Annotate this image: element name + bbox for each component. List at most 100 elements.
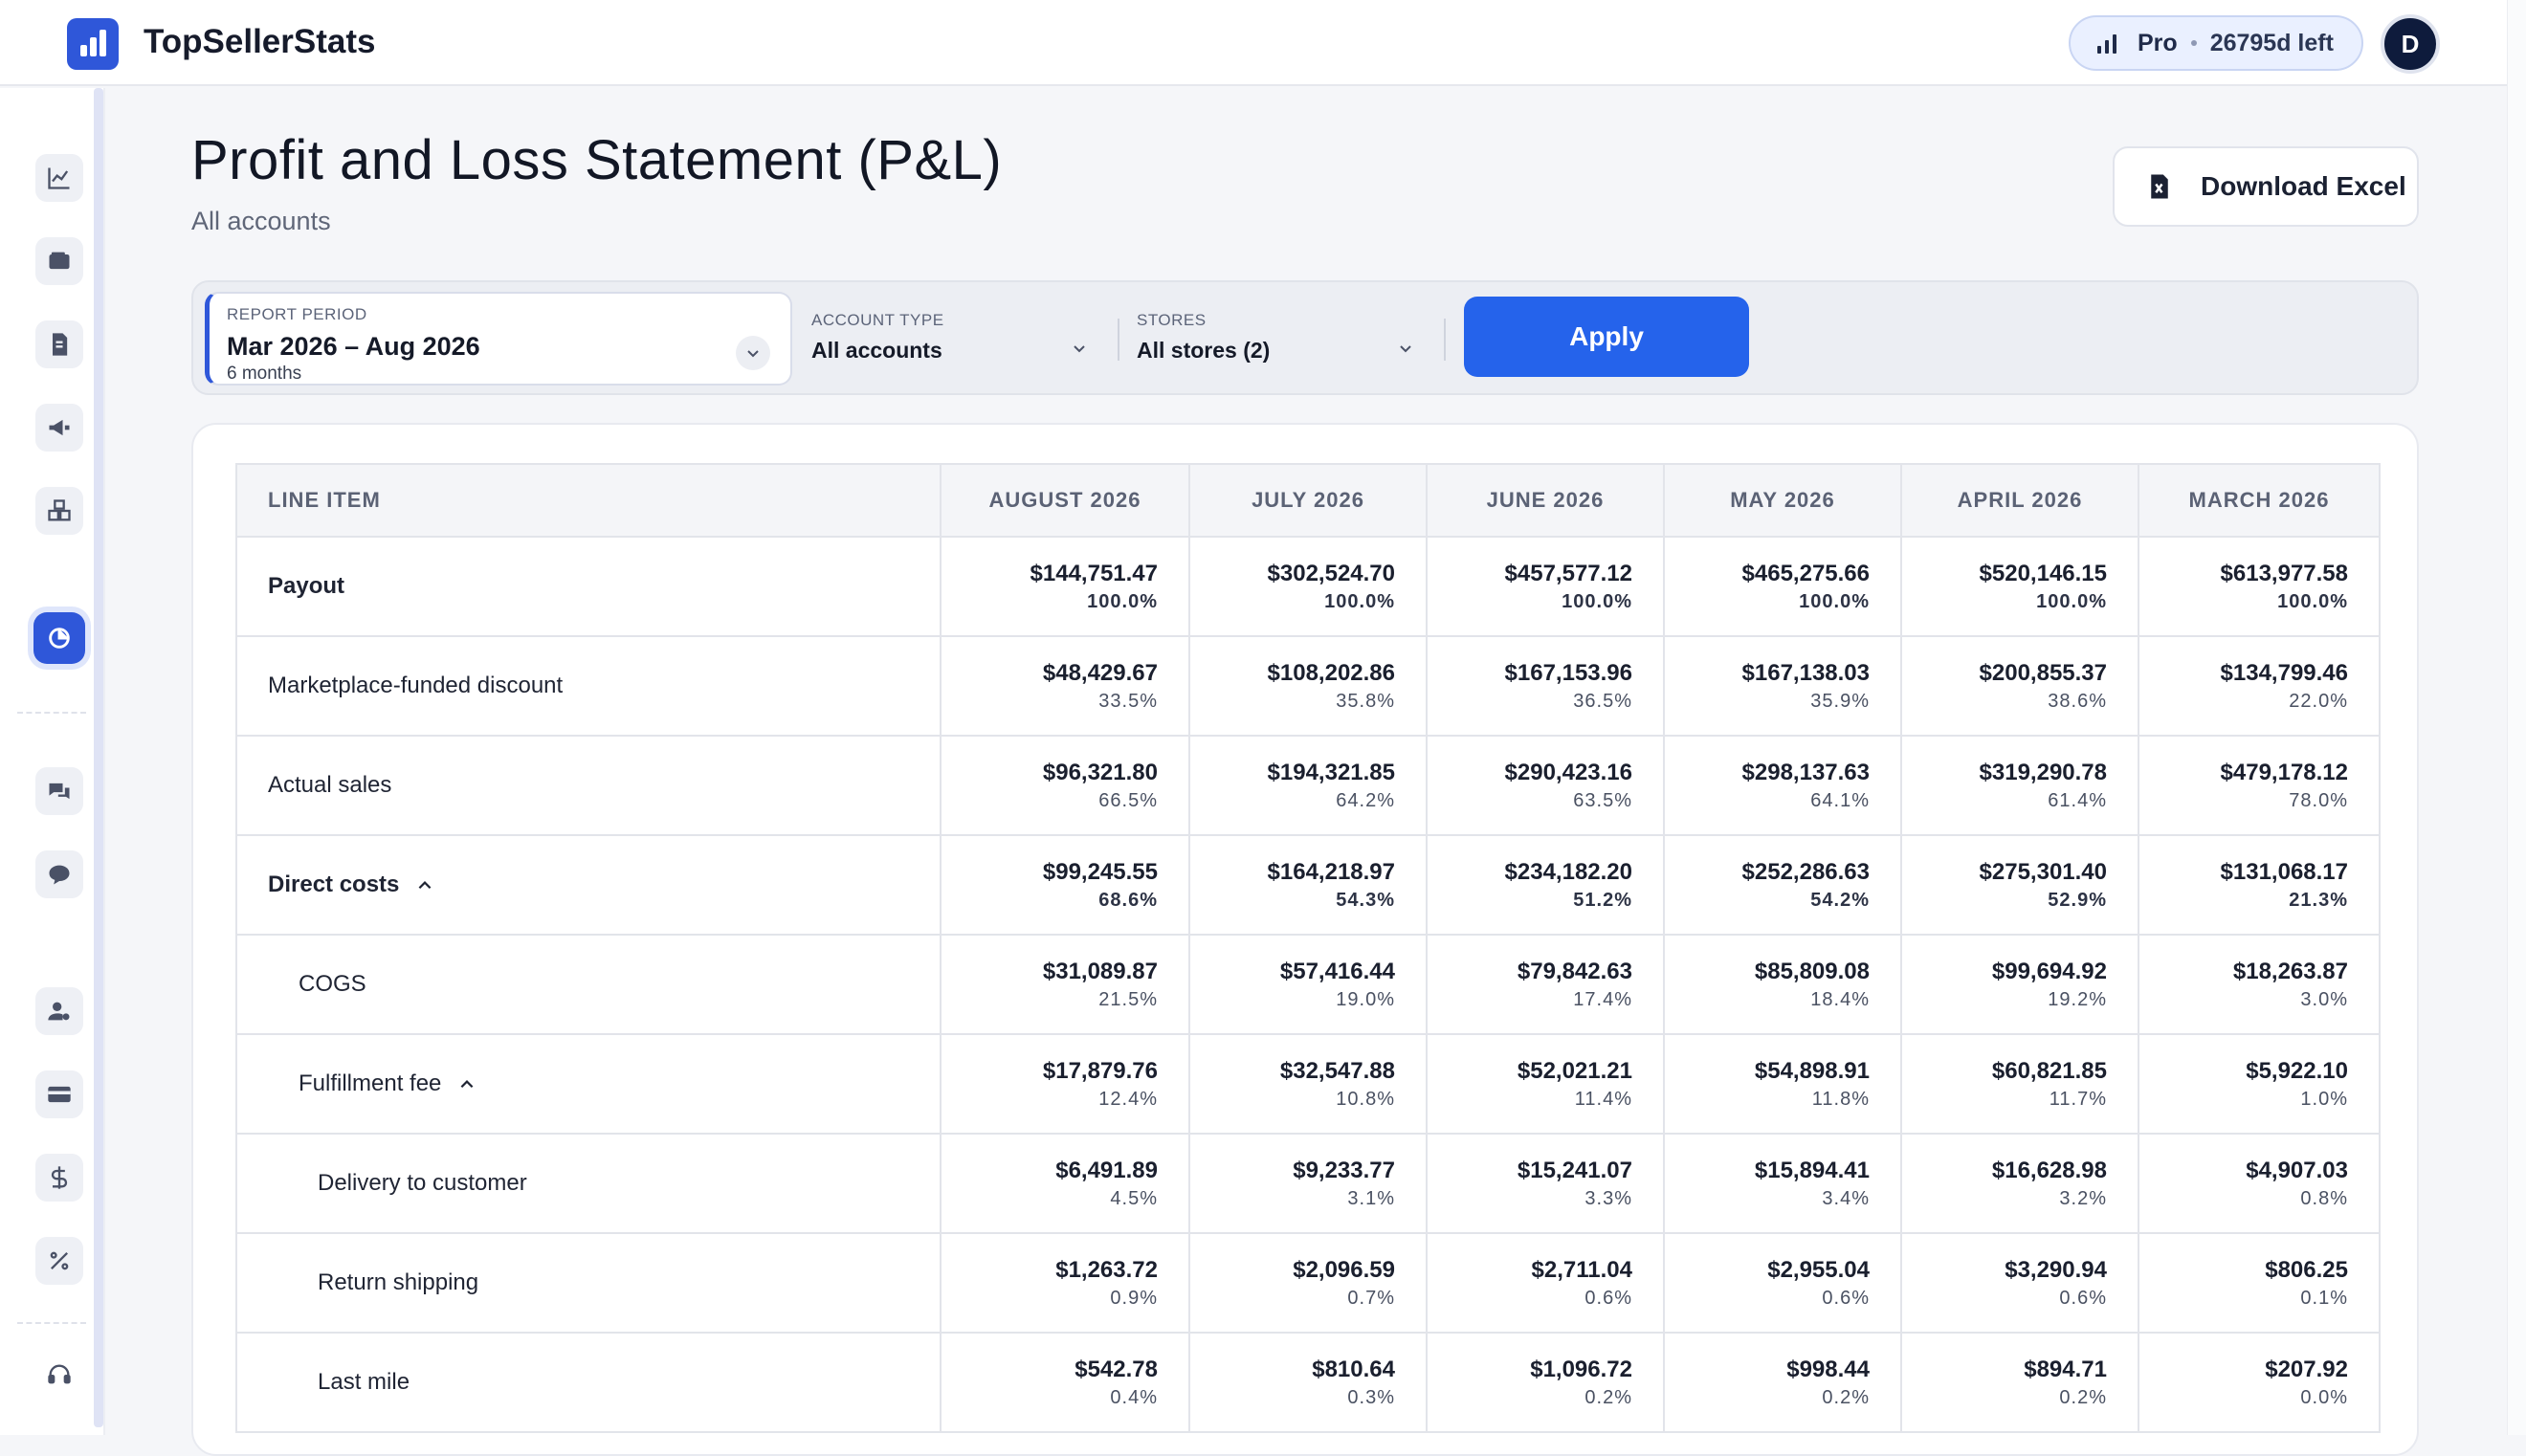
table-row: Delivery to customer $6,491.89 4.5% $9,233.… [235,1133,2381,1234]
amount-value: $134,799.46 [2220,659,2348,686]
value-cell: $167,153.96 36.5% [1426,635,1664,737]
percent-icon[interactable] [35,1237,83,1285]
table-row[interactable]: Fulfillment fee $17,879.76 12.4% $32,547.88… [235,1033,2381,1135]
value-cell: $60,821.85 11.7% [1900,1033,2138,1135]
chevron-down-icon[interactable] [1062,331,1097,365]
account-type-select[interactable]: ACCOUNT TYPE All accounts [811,311,1098,364]
percent-value: 0.1% [2300,1287,2348,1309]
account-type-value: All accounts [811,338,942,363]
stores-select[interactable]: STORES All stores (2) [1137,311,1424,364]
value-cell: $134,799.46 22.0% [2138,635,2381,737]
headset-icon[interactable] [35,1351,83,1399]
amount-value: $6,491.89 [1055,1157,1158,1183]
sidebar-scrollbar[interactable] [94,88,103,1427]
line-item-cell: Last mile [235,1332,941,1433]
boxes-icon[interactable] [35,487,83,535]
line-item-cell[interactable]: Direct costs [235,834,941,936]
percent-value: 22.0% [2289,690,2348,712]
page-title: Profit and Loss Statement (P&L) [191,129,1003,191]
amount-value: $302,524.70 [1267,560,1395,586]
plan-name: Pro [2138,29,2178,56]
amount-value: $167,153.96 [1504,659,1632,686]
percent-value: 3.3% [1584,1187,1632,1209]
logo-icon[interactable] [67,18,119,70]
column-header-line-item[interactable]: LINE ITEM [235,463,942,538]
amount-value: $60,821.85 [1991,1057,2107,1084]
download-excel-button[interactable]: Download Excel [2113,146,2419,227]
megaphone-icon[interactable] [35,404,83,452]
value-cell: $9,233.77 3.1% [1188,1133,1427,1234]
column-header-month[interactable]: AUGUST 2026 [940,463,1190,538]
table-row: Return shipping $1,263.72 0.9% $2,096.59 0.7… [235,1232,2381,1334]
percent-value: 64.2% [1336,789,1395,811]
value-cell: $465,275.66 100.0% [1663,536,1901,637]
value-cell: $290,423.16 63.5% [1426,735,1664,836]
table-row[interactable]: Direct costs $99,245.55 68.6% $164,218.97 54… [235,834,2381,936]
value-cell: $108,202.86 35.8% [1188,635,1427,737]
sidebar-divider [17,1322,86,1324]
percent-value: 64.1% [1810,789,1870,811]
pl-table-card: LINE ITEM AUGUST 2026 JULY 2026 JUNE 2026 MA… [191,423,2419,1456]
amount-value: $5,922.10 [2246,1057,2348,1084]
chevron-down-icon[interactable] [1388,331,1423,365]
dollar-icon[interactable] [35,1154,83,1202]
percent-value: 11.7% [2049,1088,2107,1110]
percent-value: 0.9% [1110,1287,1158,1309]
amount-value: $31,089.87 [1042,958,1158,984]
line-item-cell[interactable]: Fulfillment fee [235,1033,941,1135]
amount-value: $479,178.12 [2220,759,2348,785]
amount-value: $1,263.72 [1055,1256,1158,1283]
percent-value: 36.5% [1573,690,1632,712]
chevron-up-icon[interactable] [416,877,433,894]
amount-value: $79,842.63 [1517,958,1632,984]
value-cell: $164,218.97 54.3% [1188,834,1427,936]
column-header-month[interactable]: JUNE 2026 [1426,463,1665,538]
value-cell: $275,301.40 52.9% [1900,834,2138,936]
column-header-month[interactable]: MARCH 2026 [2138,463,2381,538]
percent-value: 1.0% [2300,1088,2348,1110]
user-settings-icon[interactable] [35,987,83,1035]
plan-badge[interactable]: Pro 26795d left [2069,15,2363,71]
table-row: Payout $144,751.47 100.0% $302,524.70 100.0%… [235,536,2381,637]
value-cell: $2,955.04 0.6% [1663,1232,1901,1334]
brand-name[interactable]: TopSellerStats [144,23,375,61]
amount-value: $9,233.77 [1293,1157,1395,1183]
percent-value: 66.5% [1098,789,1158,811]
account-type-label: ACCOUNT TYPE [811,311,944,329]
column-header-month[interactable]: MAY 2026 [1663,463,1902,538]
apply-button[interactable]: Apply [1464,297,1749,377]
percent-value: 54.3% [1336,889,1395,911]
message-icon[interactable] [35,850,83,898]
table-row: Last mile $542.78 0.4% $810.64 0.3% $1,096.72… [235,1332,2381,1433]
amount-value: $32,547.88 [1279,1057,1395,1084]
pie-chart-icon[interactable] [33,612,85,664]
column-header-month[interactable]: JULY 2026 [1188,463,1428,538]
value-cell: $99,694.92 19.2% [1900,934,2138,1035]
percent-value: 63.5% [1573,789,1632,811]
column-header-month[interactable]: APRIL 2026 [1900,463,2139,538]
chart-line-icon[interactable] [35,154,83,202]
percent-value: 17.4% [1573,988,1632,1010]
amount-value: $2,955.04 [1767,1256,1870,1283]
wallet-icon[interactable] [35,237,83,285]
chat-icon[interactable] [35,767,83,815]
amount-value: $457,577.12 [1504,560,1632,586]
amount-value: $52,021.21 [1517,1057,1632,1084]
value-cell: $31,089.87 21.5% [940,934,1189,1035]
report-period-select[interactable]: REPORT PERIOD Mar 2026 – Aug 2026 6 mont… [205,292,792,386]
value-cell: $17,879.76 12.4% [940,1033,1189,1135]
credit-card-icon[interactable] [35,1070,83,1118]
amount-value: $4,907.03 [2246,1157,2348,1183]
value-cell: $3,290.94 0.6% [1900,1232,2138,1334]
page-scrollbar[interactable] [2507,0,2526,1435]
chevron-up-icon[interactable] [458,1076,476,1093]
percent-value: 4.5% [1110,1187,1158,1209]
percent-value: 12.4% [1098,1088,1158,1110]
value-cell: $479,178.12 78.0% [2138,735,2381,836]
amount-value: $998.44 [1786,1356,1870,1382]
user-avatar[interactable]: D [2381,14,2440,74]
amount-value: $15,894.41 [1754,1157,1870,1183]
chevron-down-icon[interactable] [736,336,770,370]
invoice-icon[interactable] [35,320,83,368]
sidebar [0,88,105,1435]
